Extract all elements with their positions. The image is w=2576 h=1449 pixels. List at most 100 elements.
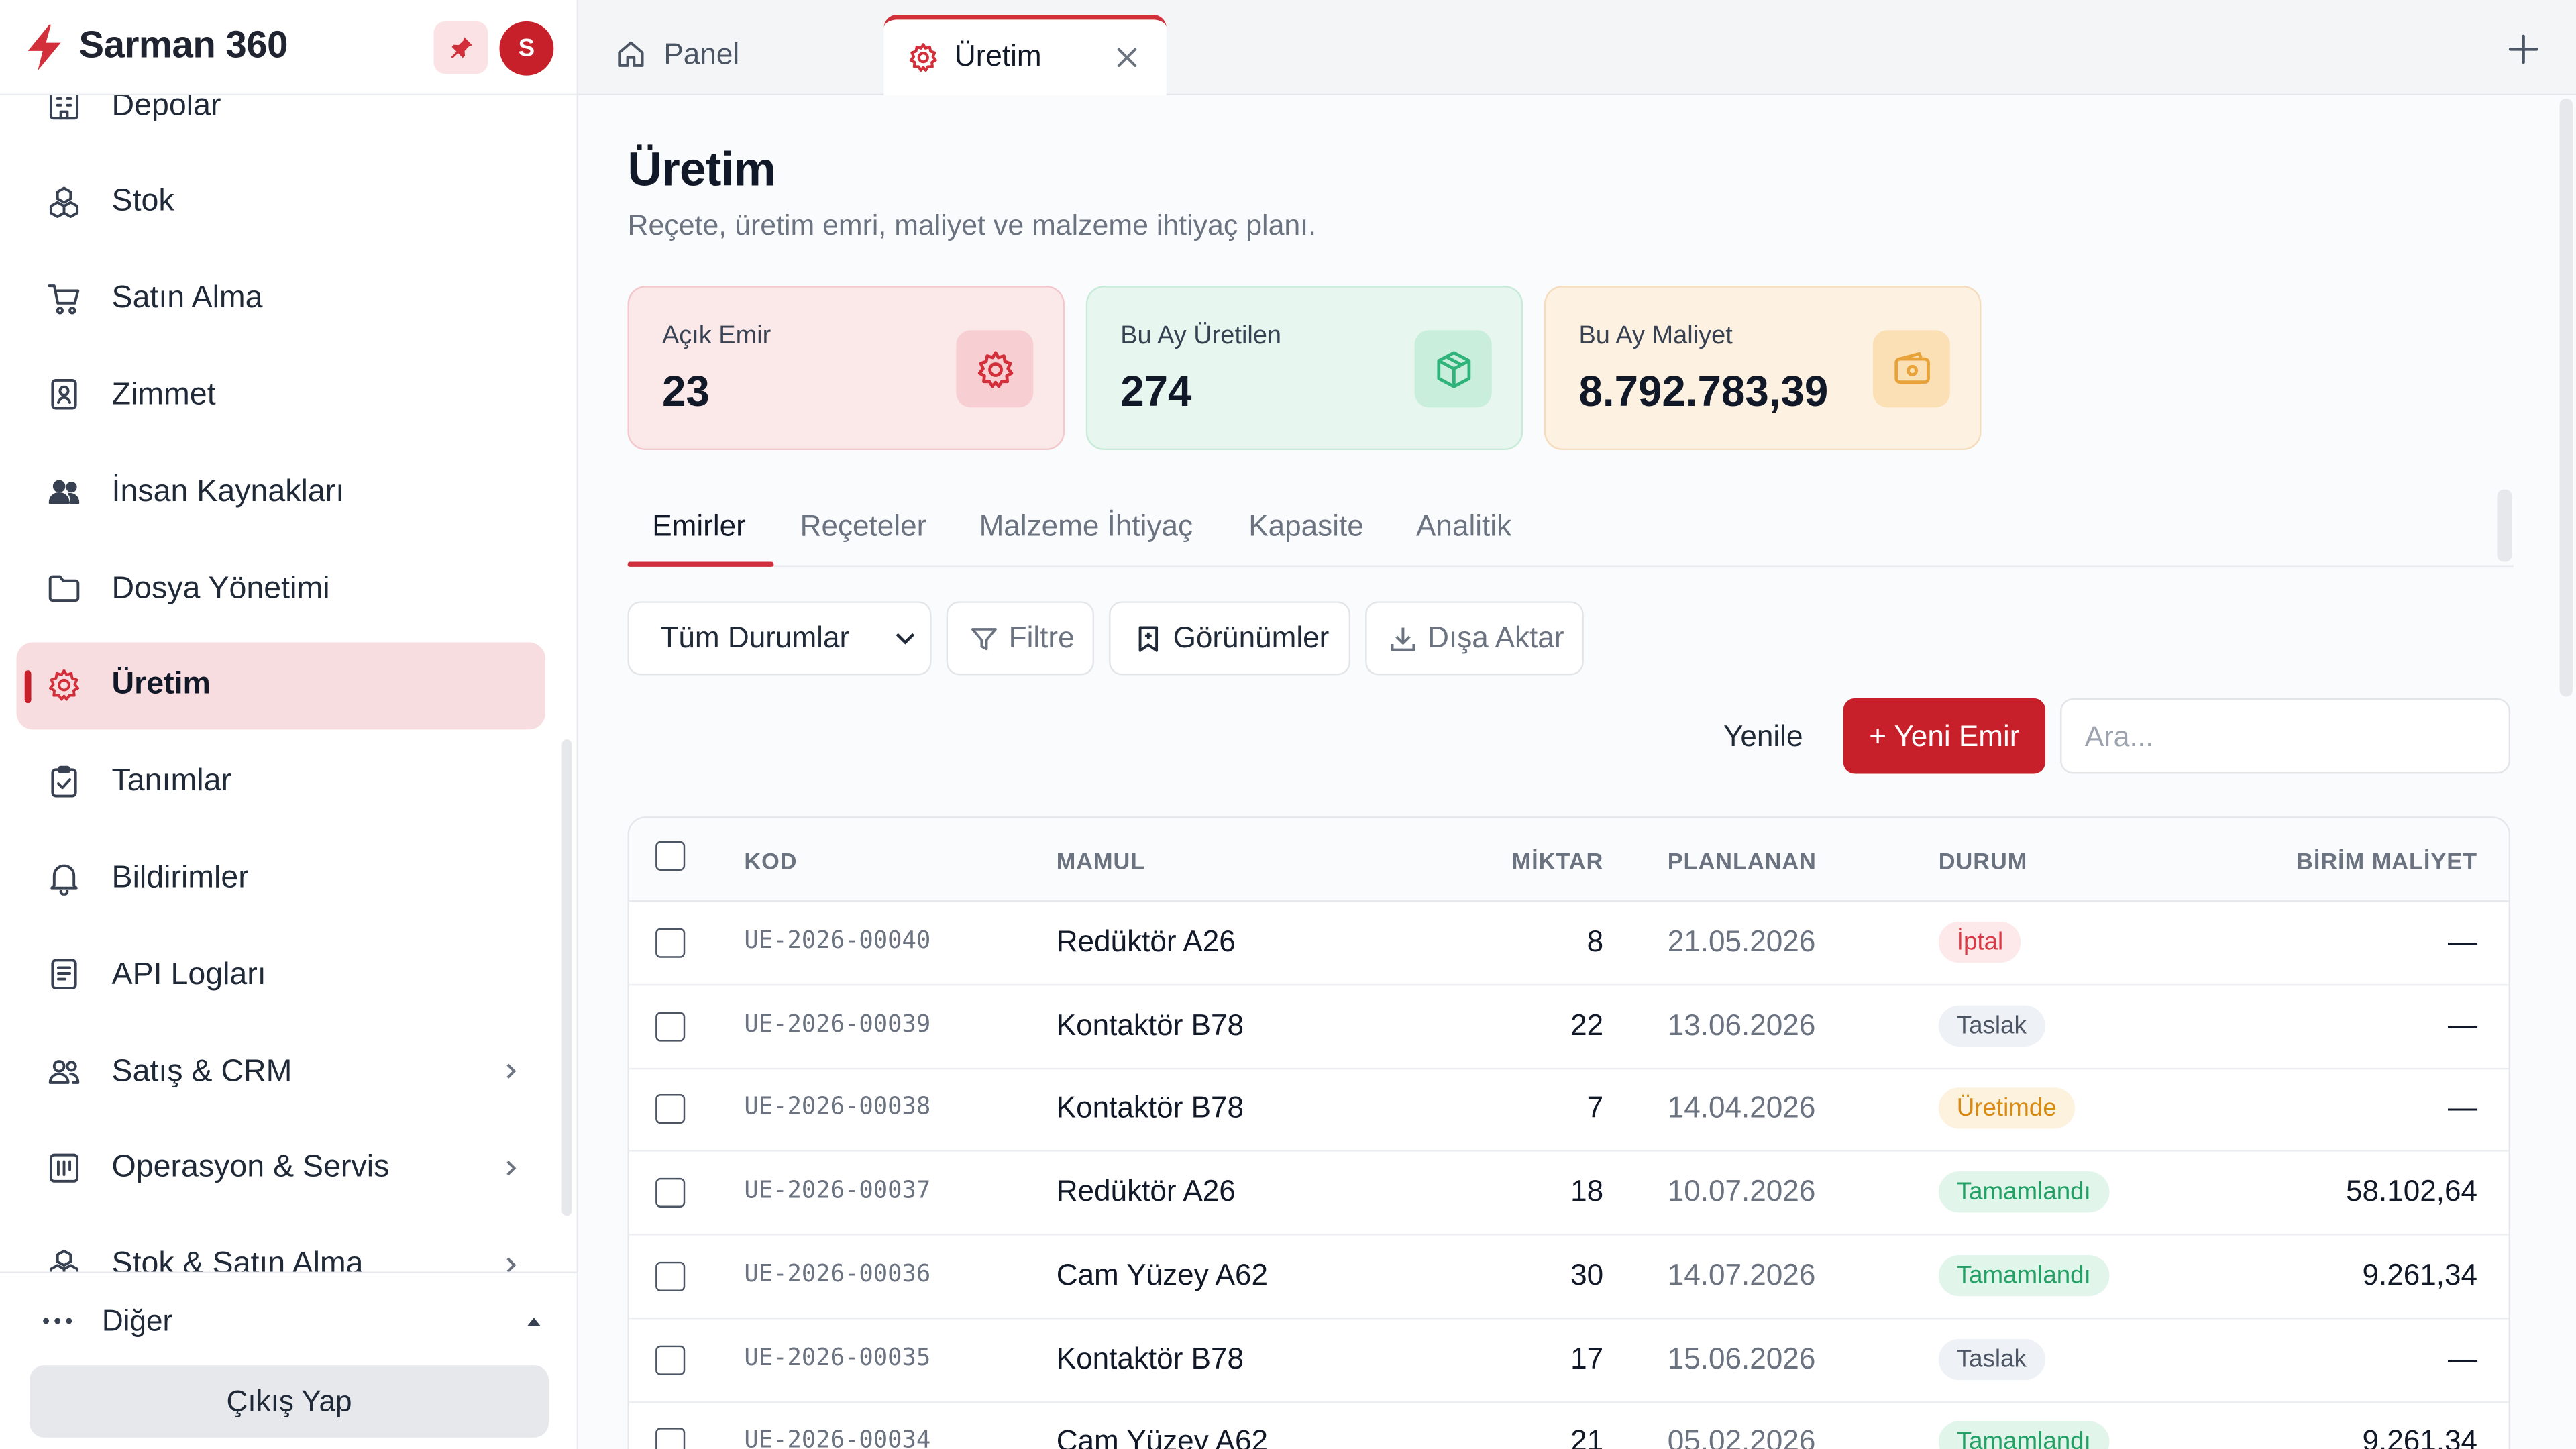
planned-date: 14.07.2026 [1667, 1258, 1816, 1291]
sidebar-item-dosya-yönetimi[interactable]: Dosya Yönetimi [16, 545, 545, 633]
caret-up-icon[interactable] [526, 1314, 542, 1328]
app-root: Depolar Stok Satın Alma Zimmet İnsan Kaynakl… [0, 0, 2576, 1449]
row-checkbox[interactable] [655, 928, 686, 958]
main-scrollbar[interactable] [2559, 98, 2573, 697]
status-badge: İptal [1938, 921, 2022, 963]
gear-icon [909, 43, 937, 72]
order-code[interactable]: UE-2026-00039 [744, 1012, 930, 1038]
unit-cost: — [2447, 924, 2478, 958]
pin-sidebar-button[interactable] [433, 21, 488, 74]
pin-icon [450, 37, 472, 59]
select-all-checkbox[interactable] [655, 841, 686, 871]
tab-bar: Panel Üretim [578, 0, 2576, 96]
table-row[interactable]: UE-2026-00034 Cam Yüzey A62 21 05.02.2026 Ta… [629, 1401, 2509, 1449]
table-row[interactable]: UE-2026-00037 Redüktör A26 18 10.07.2026 Tam… [629, 1152, 2509, 1236]
column-header-planlanan[interactable]: PLANLANAN [1668, 848, 1817, 874]
views-button[interactable]: Görünümler [1109, 601, 1351, 676]
status-badge: Taslak [1938, 1005, 2045, 1046]
tabs-scrollbar[interactable] [2497, 489, 2512, 562]
sidebar-item-i-nsan-kaynakları[interactable]: İnsan Kaynakları [16, 449, 545, 536]
sidebar-item-api-logları[interactable]: API Logları [16, 932, 545, 1019]
tab-panel[interactable]: Panel [614, 16, 739, 92]
order-code[interactable]: UE-2026-00037 [744, 1178, 930, 1204]
filter-icon [971, 627, 997, 649]
column-header-kod[interactable]: KOD [744, 848, 797, 874]
sidebar-item-operasyon-servis[interactable]: Operasyon & Servis [16, 1125, 545, 1212]
row-checkbox[interactable] [655, 1094, 686, 1125]
folder-icon [48, 575, 80, 602]
row-checkbox[interactable] [655, 1428, 686, 1449]
row-checkbox[interactable] [655, 1178, 686, 1208]
sidebar-item-label: Üretim [111, 667, 211, 702]
table-row[interactable]: UE-2026-00036 Cam Yüzey A62 30 14.07.2026 Ta… [629, 1235, 2509, 1320]
search-input[interactable] [2060, 698, 2511, 774]
new-tab-plus-icon[interactable] [2507, 33, 2540, 66]
export-button[interactable]: Dışa Aktar [1365, 601, 1584, 676]
tab-kapasite[interactable]: Kapasite [1248, 509, 1364, 543]
sidebar-item-label: Zimmet [111, 377, 216, 413]
column-header-miktar[interactable]: MİKTAR [1483, 848, 1603, 874]
table-row[interactable]: UE-2026-00038 Kontaktör B78 7 14.04.2026 Üre… [629, 1069, 2509, 1152]
sidebar-item-label: Operasyon & Servis [111, 1150, 390, 1185]
unit-cost: 9.261,34 [2362, 1258, 2478, 1291]
sidebar-item-tanımlar[interactable]: Tanımlar [16, 739, 545, 826]
filter-button[interactable]: Filtre [946, 601, 1095, 676]
row-checkbox[interactable] [655, 1261, 686, 1291]
table-row[interactable]: UE-2026-00040 Redüktör A26 8 21.05.2026 İpta… [629, 902, 2509, 986]
more-section-toggle[interactable]: Diğer [102, 1304, 172, 1338]
logout-button[interactable]: Çıkış Yap [30, 1365, 549, 1438]
refresh-button[interactable]: Yenile [1723, 720, 1803, 754]
brand-header: Sarman 360 S [0, 0, 577, 96]
column-header-durum[interactable]: DURUM [1939, 848, 2028, 874]
row-checkbox[interactable] [655, 1011, 686, 1041]
quantity: 21 [1570, 1424, 1604, 1449]
new-order-button[interactable]: + Yeni Emir [1843, 698, 2045, 774]
sidebar-item-bildirimler[interactable]: Bildirimler [16, 835, 545, 922]
status-select[interactable]: Tüm Durumlar [627, 601, 932, 676]
users-icon [48, 480, 80, 504]
product-name: Redüktör A26 [1056, 924, 1236, 958]
kpi-value: 8.792.783,39 [1578, 366, 1829, 416]
planned-date: 15.06.2026 [1667, 1341, 1816, 1375]
planned-date: 10.07.2026 [1667, 1175, 1816, 1208]
tab-analitik[interactable]: Analitik [1416, 509, 1511, 543]
tab-receteler[interactable]: Reçeteler [800, 509, 927, 543]
sidebar-scrollbar[interactable] [561, 739, 572, 1216]
active-tab-indicator [627, 561, 774, 567]
close-icon[interactable] [1114, 44, 1140, 70]
table-row[interactable]: UE-2026-00039 Kontaktör B78 22 13.06.2026 Ta… [629, 985, 2509, 1069]
sidebar-item-stok[interactable]: Stok [16, 159, 545, 246]
sidebar-item-label: Satış & CRM [111, 1054, 292, 1089]
tab-uretim[interactable]: Üretim [883, 15, 1167, 96]
table-row[interactable]: UE-2026-00035 Kontaktör B78 17 15.06.2026 Ta… [629, 1318, 2509, 1403]
views-button-label: Görünümler [1173, 621, 1330, 654]
order-code[interactable]: UE-2026-00035 [744, 1344, 930, 1371]
sidebar-item-satış-crm[interactable]: Satış & CRM [16, 1028, 545, 1116]
column-header-birim-maliyet[interactable]: BİRİM MALİYET [2206, 848, 2477, 874]
order-code[interactable]: UE-2026-00038 [744, 1095, 930, 1121]
unit-cost: — [2447, 1341, 2478, 1375]
bolt-logo-icon [28, 24, 61, 71]
column-header-mamul[interactable]: MAMUL [1057, 848, 1146, 874]
quantity: 7 [1587, 1091, 1604, 1125]
product-name: Cam Yüzey A62 [1056, 1258, 1268, 1291]
product-name: Kontaktör B78 [1056, 1008, 1244, 1041]
quantity: 22 [1570, 1008, 1604, 1041]
tab-emirler[interactable]: Emirler [652, 509, 746, 543]
order-code[interactable]: UE-2026-00034 [744, 1428, 930, 1449]
sidebar-item-zimmet[interactable]: Zimmet [16, 352, 545, 439]
row-checkbox[interactable] [655, 1344, 686, 1375]
order-code[interactable]: UE-2026-00040 [744, 928, 930, 955]
badge-icon [51, 379, 77, 411]
planned-date: 13.06.2026 [1667, 1008, 1816, 1041]
status-badge: Üretimde [1938, 1088, 2075, 1130]
user-avatar[interactable]: S [499, 21, 554, 76]
page-title: Üretim [627, 144, 776, 197]
sidebar-item-üretim[interactable]: Üretim [16, 642, 546, 729]
order-code[interactable]: UE-2026-00036 [744, 1261, 930, 1287]
unit-cost: 58.102,64 [2345, 1175, 2478, 1208]
sidebar-item-label: Tanımlar [111, 764, 231, 799]
tab-malzeme-ihtiyac[interactable]: Malzeme İhtiyaç [979, 509, 1193, 543]
gear-icon [977, 350, 1013, 388]
sidebar-item-satın-alma[interactable]: Satın Alma [16, 256, 545, 343]
